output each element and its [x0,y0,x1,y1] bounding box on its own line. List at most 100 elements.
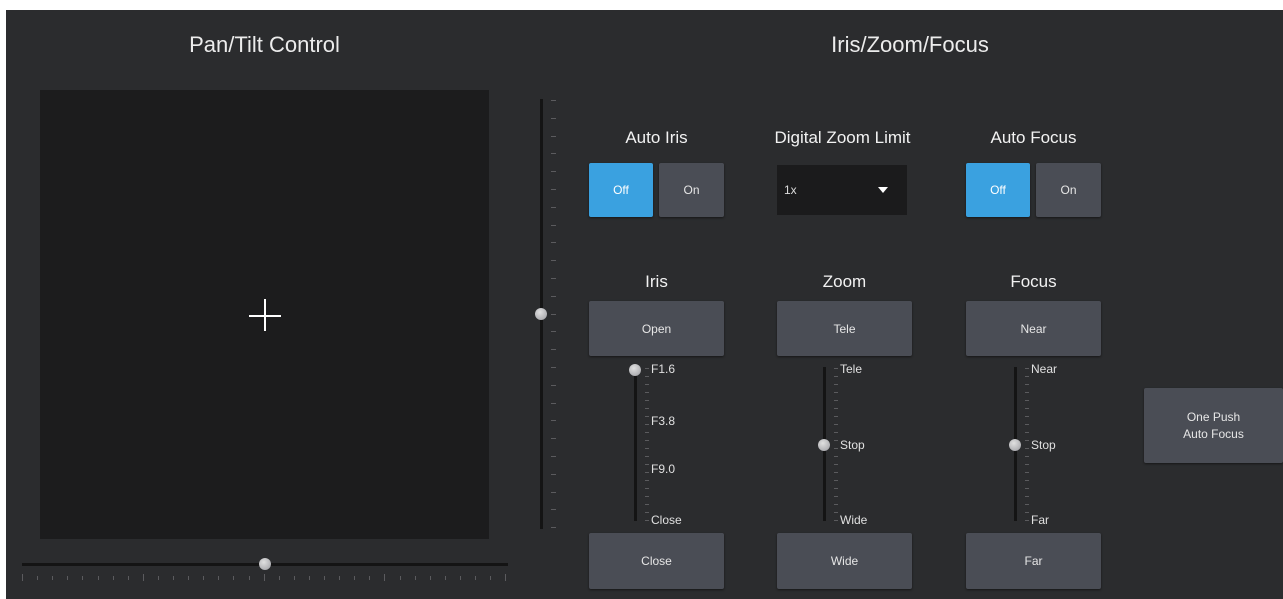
horizontal-slider-tick [112,576,114,580]
vertical-slider-tick [551,313,556,315]
vertical-slider-tick [551,153,556,155]
slider-tick [834,432,838,433]
horizontal-slider-tick [248,576,250,580]
slider-tick [645,520,649,521]
slider-tick [1025,496,1029,497]
vertical-slider-tick [551,295,556,297]
vertical-slider-tick [551,278,556,279]
iris-slider-thumb[interactable] [629,364,641,376]
horizontal-slider-tick [414,576,416,580]
zoom-slider-thumb[interactable] [818,439,830,451]
horizontal-slider-tick [173,576,174,580]
vertical-slider-tick [551,331,556,333]
slider-tick [834,392,838,393]
vertical-slider-tick [551,456,556,457]
vertical-slider[interactable] [530,95,560,535]
auto-iris-label: Auto Iris [625,128,688,147]
slider-tick [1025,512,1029,513]
horizontal-slider-tick [490,576,492,580]
slider-tick [834,400,838,401]
slider-tick [645,488,649,489]
slider-tick [834,504,838,505]
slider-tick [1025,456,1029,457]
vertical-slider-tick [551,402,556,404]
zoom-slider[interactable]: Tele Stop Wide [809,362,909,527]
horizontal-slider-thumb[interactable] [259,558,271,570]
auto-focus-on-button[interactable]: On [1036,163,1101,217]
horizontal-slider-tick [459,576,461,580]
crosshair-icon-vertical [264,299,266,331]
horizontal-slider-tick [399,576,401,580]
iris-open-button[interactable]: Open [589,301,724,356]
vertical-slider-tick [551,509,556,511]
slider-tick [1025,368,1029,369]
slider-tick [1025,520,1029,521]
auto-focus-off-button[interactable]: Off [966,163,1030,217]
iris-close-button[interactable]: Close [589,533,724,589]
focus-slider-thumb[interactable] [1009,439,1021,451]
horizontal-slider-tick [384,574,386,581]
iris-slider-track [634,367,637,521]
one-push-label-line2: Auto Focus [1183,426,1244,441]
horizontal-slider-tick [278,576,280,580]
slider-tick [834,496,838,497]
focus-near-button[interactable]: Near [966,301,1101,356]
iris-scale-f38: F3.8 [651,414,676,428]
auto-iris-off-button[interactable]: Off [589,163,653,217]
zoom-tele-button[interactable]: Tele [777,301,912,356]
focus-far-button[interactable]: Far [966,533,1101,589]
vertical-slider-tick [551,242,556,244]
slider-tick [1025,384,1029,385]
slider-tick [834,384,838,385]
vertical-slider-tick [551,135,556,137]
iris-scale-f90: F9.0 [651,462,676,476]
focus-scale-far: Far [1031,513,1049,527]
digital-zoom-limit-select[interactable]: 1x [777,165,907,215]
vertical-slider-tick [551,384,556,386]
horizontal-slider-tick [188,576,190,580]
focus-scale-stop: Stop [1031,438,1056,452]
focus-label: Focus [1010,272,1057,291]
vertical-slider-tick [551,349,556,351]
horizontal-slider-tick [505,574,507,581]
slider-tick [834,480,838,481]
slider-tick [834,376,838,377]
vertical-slider-tick [551,420,556,422]
horizontal-slider-tick [157,576,159,580]
auto-iris-on-button[interactable]: On [659,163,724,217]
digital-zoom-limit-label: Digital Zoom Limit [774,128,911,147]
slider-tick [834,440,838,441]
slider-tick [834,368,838,369]
zoom-scale-wide: Wide [840,513,868,527]
slider-tick [1025,416,1029,417]
horizontal-slider-tick [233,576,235,580]
zoom-wide-button[interactable]: Wide [777,533,912,589]
vertical-slider-thumb[interactable] [535,308,547,320]
slider-tick [1025,400,1029,401]
horizontal-slider-tick [82,576,84,580]
horizontal-slider-tick [339,576,341,580]
horizontal-slider-tick [429,576,431,580]
slider-tick [645,368,649,369]
focus-slider[interactable]: Near Stop Far [1000,362,1100,527]
iris-slider[interactable]: F1.6 F3.8 F9.0 Close [620,362,720,527]
slider-tick [834,464,838,465]
slider-tick [1025,392,1029,393]
slider-tick [834,448,838,449]
slider-tick [645,400,649,401]
slider-tick [645,496,649,497]
horizontal-slider-tick [293,576,295,580]
slider-tick [645,376,649,377]
slider-tick [1025,424,1029,425]
slider-tick [834,520,838,521]
slider-tick [645,384,649,385]
slider-tick [645,424,649,425]
one-push-auto-focus-button[interactable]: One Push Auto Focus [1144,388,1283,463]
vertical-slider-tick [551,260,556,262]
slider-tick [645,456,649,457]
vertical-slider-tick [551,224,556,226]
horizontal-slider-tick [218,576,220,580]
vertical-slider-tick [551,527,556,529]
horizontal-slider[interactable] [20,556,510,586]
iris-scale-f16: F1.6 [651,362,676,376]
